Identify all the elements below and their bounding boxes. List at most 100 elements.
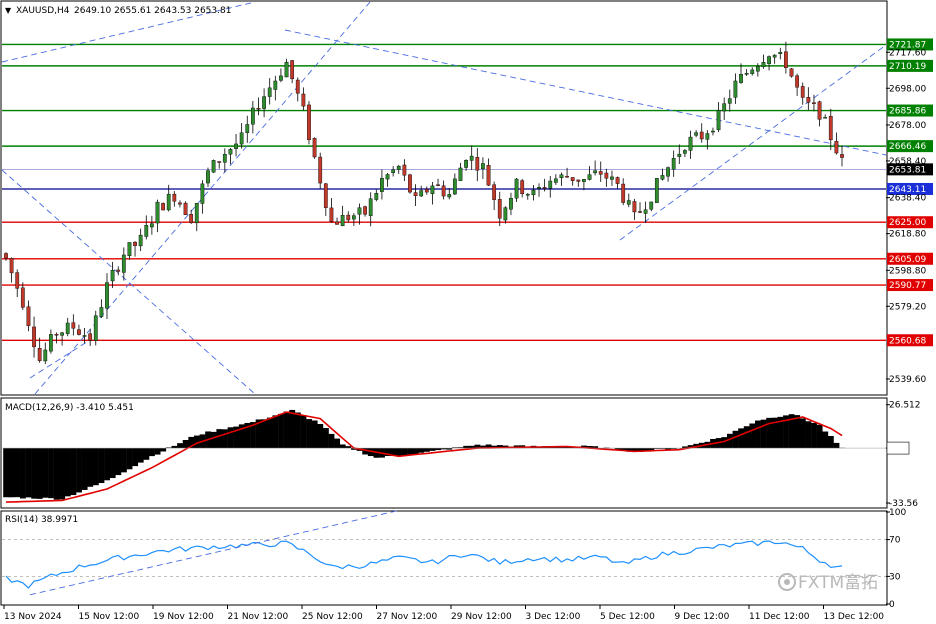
bear-candle-body bbox=[329, 207, 334, 222]
bull-candle-body bbox=[127, 242, 132, 257]
bull-candle-body bbox=[677, 153, 682, 157]
macd-histogram-bar bbox=[149, 448, 155, 457]
price-tick-label: 2698.00 bbox=[889, 84, 926, 94]
bear-candle-body bbox=[88, 333, 93, 341]
macd-histogram-bar bbox=[266, 417, 273, 449]
macd-histogram-bar bbox=[160, 448, 167, 452]
bear-candle-body bbox=[576, 179, 581, 182]
candle bbox=[161, 202, 165, 211]
level-tag-label: 2685.86 bbox=[889, 107, 926, 117]
bull-candle-body bbox=[351, 215, 356, 220]
bull-candle-body bbox=[733, 80, 738, 98]
macd-histogram-bar bbox=[306, 419, 312, 449]
macd-histogram-bar bbox=[822, 431, 829, 449]
macd-histogram-bar bbox=[827, 436, 834, 449]
bull-candle-body bbox=[357, 207, 362, 215]
macd-histogram-bar bbox=[749, 423, 756, 449]
symbol-dropdown-icon[interactable]: ▼ bbox=[5, 6, 12, 15]
bear-candle-body bbox=[424, 188, 429, 193]
macd-histogram-bar bbox=[412, 448, 419, 455]
bull-candle-body bbox=[531, 189, 536, 196]
rsi-tick-label: 100 bbox=[889, 508, 906, 518]
time-tick-label: 21 Nov 12:00 bbox=[228, 612, 289, 622]
bull-candle-body bbox=[772, 54, 777, 58]
bull-candle-body bbox=[138, 234, 143, 247]
bull-candle-body bbox=[587, 174, 592, 180]
bear-candle-body bbox=[475, 157, 480, 171]
bull-candle-body bbox=[469, 155, 474, 161]
bull-candle-body bbox=[65, 322, 70, 334]
macd-histogram-bar bbox=[339, 444, 346, 449]
macd-histogram-bar bbox=[311, 420, 318, 449]
bull-candle-body bbox=[778, 52, 783, 55]
time-tick-label: 5 Dec 12:00 bbox=[600, 612, 655, 622]
macd-tick-label: 26.512 bbox=[889, 401, 921, 411]
bull-candle-body bbox=[396, 165, 401, 170]
macd-histogram-bar bbox=[8, 448, 15, 498]
bear-candle-body bbox=[604, 172, 609, 179]
bear-candle-body bbox=[402, 164, 407, 176]
bear-candle-body bbox=[413, 192, 418, 197]
bear-candle-body bbox=[520, 180, 525, 195]
bull-candle-body bbox=[340, 214, 345, 227]
bull-candle-body bbox=[452, 178, 457, 195]
macd-histogram-bar bbox=[418, 448, 425, 453]
bear-candle-body bbox=[77, 329, 81, 335]
macd-histogram-bar bbox=[328, 433, 335, 449]
level-tag-label: 2625.00 bbox=[889, 218, 926, 228]
time-tick-label: 13 Nov 2024 bbox=[4, 612, 62, 622]
candle bbox=[408, 173, 412, 194]
macd-histogram-bar bbox=[42, 448, 49, 498]
rsi-pane[interactable] bbox=[0, 510, 888, 606]
macd-histogram-bar bbox=[755, 420, 761, 449]
bull-candle-body bbox=[514, 178, 519, 199]
bull-candle-body bbox=[273, 80, 278, 90]
time-tick-label: 25 Nov 12:00 bbox=[302, 612, 363, 622]
trading-chart[interactable]: 2721.872710.192685.862666.462653.812643.… bbox=[0, 0, 936, 624]
level-tag-label: 2605.09 bbox=[889, 255, 926, 265]
candle bbox=[789, 67, 794, 78]
macd-histogram-bar bbox=[98, 448, 105, 484]
price-tick-label: 2618.80 bbox=[889, 230, 926, 240]
macd-histogram-bar bbox=[283, 411, 290, 449]
bull-candle-body bbox=[385, 174, 390, 180]
bear-candle-body bbox=[312, 138, 317, 158]
macd-label: MACD(12,26,9) -3.410 5.451 bbox=[5, 403, 134, 413]
symbol-label: XAUUSD,H4 bbox=[16, 6, 70, 16]
bear-candle-body bbox=[615, 177, 620, 184]
macd-histogram-bar bbox=[429, 448, 436, 451]
macd-histogram-bar bbox=[300, 415, 307, 449]
candle bbox=[183, 201, 188, 215]
ohlc-readout: 2649.10 2655.61 2643.53 2653.81 bbox=[74, 6, 231, 16]
macd-histogram-bar bbox=[76, 448, 82, 493]
bear-candle-body bbox=[318, 156, 323, 184]
bear-candle-body bbox=[542, 187, 547, 189]
bear-candle-body bbox=[71, 322, 76, 329]
macd-histogram-bar bbox=[294, 412, 301, 449]
bear-candle-body bbox=[789, 68, 794, 77]
bull-candle-body bbox=[716, 110, 721, 131]
bull-candle-body bbox=[509, 198, 513, 210]
bull-candle-body bbox=[626, 200, 631, 205]
time-tick-label: 11 Dec 12:00 bbox=[749, 612, 810, 622]
bull-candle-body bbox=[105, 282, 109, 309]
macd-histogram-bar bbox=[137, 448, 144, 463]
macd-histogram-bar bbox=[121, 448, 127, 473]
macd-histogram-bar bbox=[48, 448, 54, 499]
bull-candle-body bbox=[755, 66, 760, 72]
macd-histogram-bar bbox=[395, 448, 402, 456]
bull-candle-body bbox=[49, 334, 53, 352]
bear-candle-body bbox=[565, 175, 569, 178]
macd-histogram-bar bbox=[816, 424, 823, 449]
bull-candle-body bbox=[279, 75, 283, 81]
candle bbox=[211, 159, 216, 173]
bear-candle-body bbox=[408, 174, 412, 193]
bull-candle-body bbox=[727, 98, 732, 104]
bull-candle-body bbox=[739, 74, 743, 83]
macd-histogram-bar bbox=[760, 419, 767, 449]
price-tick-label: 2658.40 bbox=[889, 157, 926, 167]
macd-histogram-bar bbox=[833, 442, 840, 449]
bear-candle-body bbox=[784, 51, 788, 68]
macd-histogram-bar bbox=[104, 448, 110, 481]
macd-histogram-bar bbox=[799, 418, 806, 449]
